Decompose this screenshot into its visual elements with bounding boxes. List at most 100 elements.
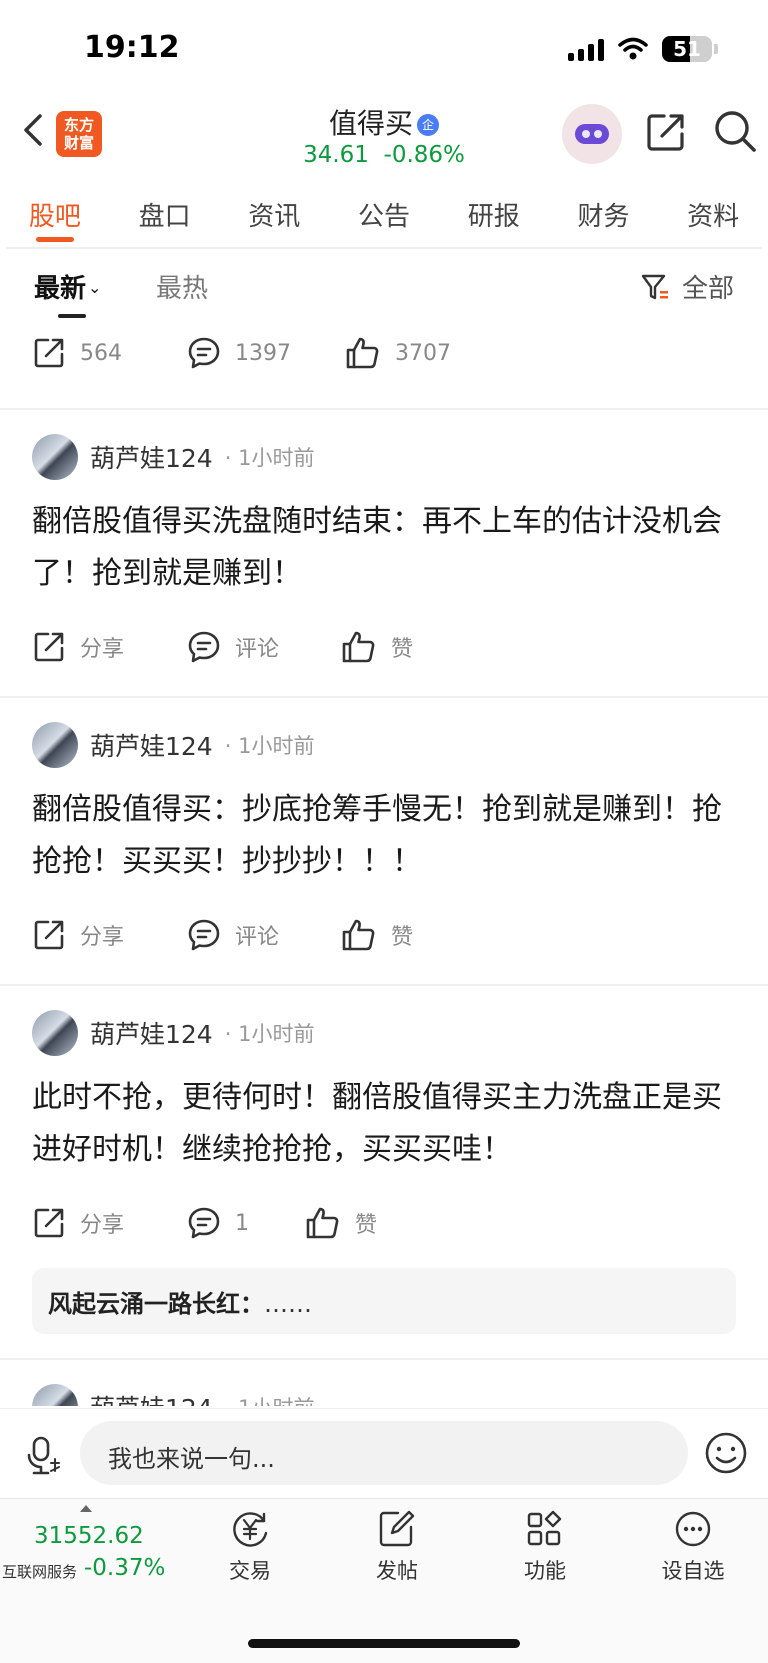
avatar[interactable] xyxy=(32,1384,78,1406)
expand-up-icon xyxy=(80,1505,92,1512)
search-icon[interactable] xyxy=(712,108,758,154)
nav-functions-label: 功能 xyxy=(524,1559,566,1583)
post-item[interactable]: 葫芦娃124 · 1小时前 翻倍股值得买洗盘随时结束：再不上车的估计没机会了！抢… xyxy=(0,408,768,670)
thumbs-up-icon xyxy=(346,337,379,369)
tab-pankou[interactable]: 盘口 xyxy=(110,178,220,248)
nav-functions[interactable]: 功能 xyxy=(490,1509,600,1585)
post-header: 葫芦娃124 · 1小时前 xyxy=(0,1382,768,1406)
comment-label: 评论 xyxy=(235,925,280,950)
nav-trade[interactable]: 交易 xyxy=(195,1509,305,1585)
like-label: 赞 xyxy=(391,637,414,662)
sort-latest-dropdown[interactable]: 最新 ⌄ xyxy=(34,268,101,305)
share-label: 分享 xyxy=(80,1213,125,1238)
sort-hottest[interactable]: 最热 xyxy=(156,268,208,305)
battery-tip xyxy=(714,44,718,54)
post-body[interactable]: 此时不抢，更待何时！翻倍股值得买主力洗盘正是买进好时机！继续抢抢抢，买买买哇！ xyxy=(0,1058,768,1176)
stock-header: 东方 财富 值得买企 34.61 -0.86% xyxy=(0,96,768,178)
post-username[interactable]: 葫芦娃124 xyxy=(90,1389,213,1406)
tab-research[interactable]: 研报 xyxy=(439,178,549,248)
post-actions: 分享 评论 赞 xyxy=(0,912,768,958)
avatar[interactable] xyxy=(32,434,78,480)
reply-preview[interactable]: 风起云涌一路长红：…… xyxy=(32,1268,736,1334)
share-icon[interactable] xyxy=(644,110,688,154)
post-body[interactable]: 翻倍股值得买洗盘随时结束：再不上车的估计没机会了！抢到就是赚到！ xyxy=(0,482,768,600)
index-quote[interactable]: 31552.62 互联网服务 -0.37% xyxy=(0,1499,180,1609)
comment-button[interactable]: 评论 xyxy=(187,630,341,664)
post-time-value: 1小时前 xyxy=(238,734,315,758)
comment-button[interactable]: 1 xyxy=(187,1206,305,1240)
stock-change: -0.86% xyxy=(383,142,465,168)
avatar[interactable] xyxy=(32,722,78,768)
battery-icon: 51 xyxy=(662,36,712,62)
post-item[interactable]: 葫芦娃124 · 1小时前 xyxy=(0,1358,768,1406)
sort-latest-label: 最新 xyxy=(34,274,87,304)
tab-guba[interactable]: 股吧 xyxy=(0,178,110,248)
tab-profile[interactable]: 资料 xyxy=(658,178,768,248)
voice-input-icon[interactable] xyxy=(26,1435,62,1475)
trade-yen-icon xyxy=(233,1512,268,1547)
battery-level: 51 xyxy=(673,37,701,61)
comment-icon xyxy=(188,631,220,663)
like-button[interactable]: 赞 xyxy=(305,1206,377,1240)
sort-filter-bar: 最新 ⌄ 最热 全部 xyxy=(0,252,768,322)
share-icon xyxy=(34,920,64,950)
tab-announcements[interactable]: 公告 xyxy=(329,178,439,248)
share-button[interactable]: 分享 xyxy=(32,918,187,952)
bottom-toolbar: 31552.62 互联网服务 -0.37% 交易 发帖 功能 设自选 xyxy=(0,1498,768,1663)
comment-input-bar: 我也来说一句... xyxy=(0,1408,768,1498)
comment-input[interactable]: 我也来说一句... xyxy=(80,1421,688,1485)
comment-button[interactable]: 1397 xyxy=(187,336,345,370)
robot-eye xyxy=(582,130,590,138)
filter-all-button[interactable]: 全部 xyxy=(640,268,734,305)
share-icon xyxy=(34,338,64,368)
post-header: 葫芦娃124 · 1小时前 xyxy=(0,1008,768,1058)
nav-add-watchlist[interactable]: 设自选 xyxy=(638,1509,748,1585)
post-item[interactable]: 葫芦娃124 · 1小时前 此时不抢，更待何时！翻倍股值得买主力洗盘正是买进好时… xyxy=(0,984,768,1334)
like-button[interactable]: 赞 xyxy=(341,630,413,664)
tab-news[interactable]: 资讯 xyxy=(219,178,329,248)
share-button[interactable]: 分享 xyxy=(32,1206,187,1240)
index-value: 31552.62 xyxy=(34,1523,144,1549)
emoji-icon[interactable] xyxy=(704,1431,748,1475)
tab-financials[interactable]: 财务 xyxy=(549,178,659,248)
post-username[interactable]: 葫芦娃124 xyxy=(90,439,213,475)
nav-post[interactable]: 发帖 xyxy=(342,1509,452,1585)
share-icon xyxy=(34,632,64,662)
comment-button[interactable]: 评论 xyxy=(187,918,341,952)
enterprise-badge: 企 xyxy=(417,114,439,136)
like-button[interactable]: 3707 xyxy=(345,336,451,370)
like-label: 赞 xyxy=(391,925,414,950)
ai-assistant-avatar[interactable] xyxy=(562,104,622,164)
filter-icon xyxy=(641,274,668,299)
post-header: 葫芦娃124 · 1小时前 xyxy=(0,720,768,770)
filter-all-label: 全部 xyxy=(681,274,734,304)
comment-count: 1397 xyxy=(235,340,291,366)
reply-username: 风起云涌一路长红： xyxy=(48,1290,264,1318)
like-button[interactable]: 赞 xyxy=(341,918,413,952)
post-actions: 分享 1 赞 xyxy=(0,1200,768,1246)
comment-icon xyxy=(188,919,220,951)
like-label: 赞 xyxy=(355,1213,378,1238)
share-button[interactable]: 分享 xyxy=(32,630,187,664)
grid-apps-icon xyxy=(527,1510,562,1546)
post-body[interactable]: 翻倍股值得买：抄底抢筹手慢无！抢到就是赚到！抢抢抢！买买买！抄抄抄！！！ xyxy=(0,770,768,888)
post-username[interactable]: 葫芦娃124 xyxy=(90,727,213,763)
share-button[interactable]: 564 xyxy=(32,336,187,370)
wifi-icon xyxy=(618,37,648,60)
status-bar: 19:12 51 xyxy=(0,0,768,100)
stock-tabs: 股吧 盘口 资讯 公告 研报 财务 资料 xyxy=(0,178,768,248)
home-indicator xyxy=(248,1639,520,1648)
robot-face xyxy=(575,124,609,144)
share-label: 分享 xyxy=(80,637,125,662)
post-actions: 分享 评论 赞 xyxy=(0,624,768,670)
status-time: 19:12 xyxy=(84,30,180,65)
post-username[interactable]: 葫芦娃124 xyxy=(90,1015,213,1051)
post-header: 葫芦娃124 · 1小时前 xyxy=(0,432,768,482)
like-count: 3707 xyxy=(395,340,451,366)
post-time-value: 1小时前 xyxy=(238,446,315,470)
post-time: · 1小时前 xyxy=(224,734,315,758)
post-time: · 1小时前 xyxy=(224,446,315,470)
post-item[interactable]: 葫芦娃124 · 1小时前 翻倍股值得买：抄底抢筹手慢无！抢到就是赚到！抢抢抢！… xyxy=(0,696,768,958)
post-time: · 1小时前 xyxy=(225,1392,315,1406)
avatar[interactable] xyxy=(32,1010,78,1056)
